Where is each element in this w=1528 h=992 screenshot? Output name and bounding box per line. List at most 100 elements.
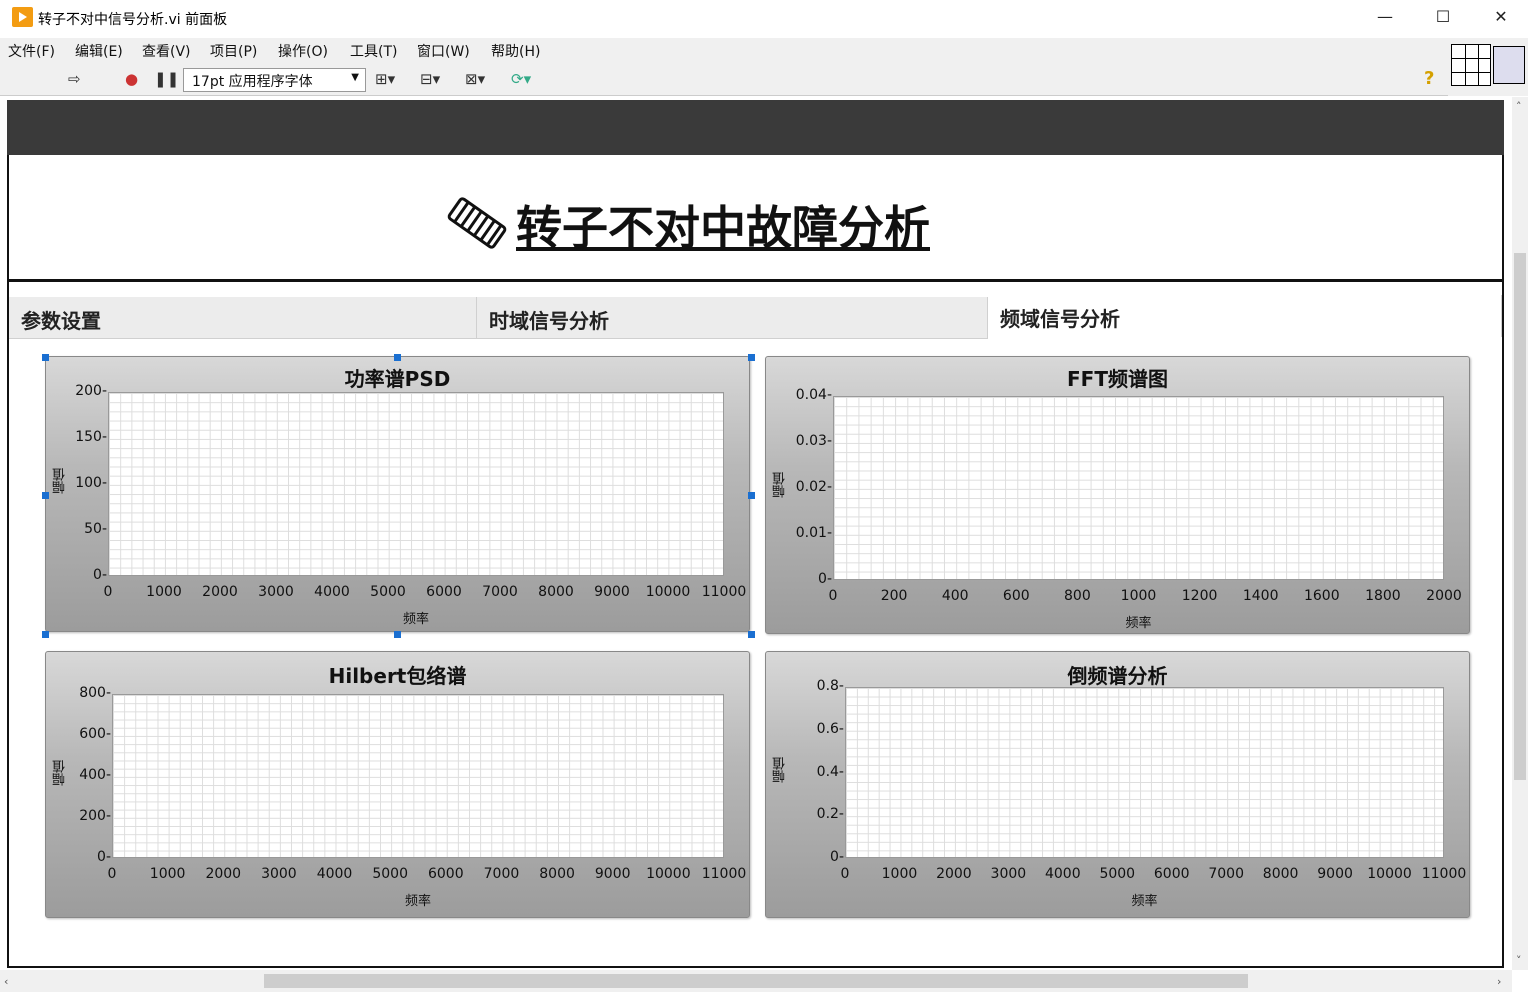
x-axis-label: 频率 <box>402 612 430 627</box>
rotor-shaft-icon <box>447 197 507 249</box>
title-bar: 转子不对中信号分析.vi 前面板 — ☐ ✕ <box>0 0 1528 36</box>
x-axis-label: 频率 <box>1131 894 1158 909</box>
resize-objects-icon[interactable]: ⊠▾ <box>465 70 485 88</box>
y-axis-label: 幅值 <box>773 472 788 498</box>
y-tick-label: 0.04- <box>795 387 832 403</box>
x-axis-label: 频率 <box>404 894 432 909</box>
y-tick-label: 0- <box>93 567 107 583</box>
horizontal-scroll-thumb[interactable] <box>264 974 1248 988</box>
y-axis-label: 幅值 <box>773 756 788 783</box>
context-help-icon[interactable]: ? <box>1424 68 1434 89</box>
x-tick-label: 2000 <box>202 584 238 600</box>
graph-title: 倒频谱分析 <box>1067 664 1168 688</box>
x-tick-label: 5000 <box>1099 866 1136 882</box>
x-tick-label: 2000 <box>936 866 972 882</box>
tab-frequency-domain[interactable]: 频域信号分析 <box>988 295 1502 337</box>
x-tick-label: 1000 <box>149 866 186 882</box>
window-title: 转子不对中信号分析.vi 前面板 <box>38 12 228 28</box>
x-tick-label: 6000 <box>426 584 462 600</box>
x-tick-label: 5000 <box>372 866 408 882</box>
graph-title: 功率谱PSD <box>344 367 451 391</box>
y-tick-label: 0- <box>830 849 844 865</box>
minimize-button[interactable]: — <box>1356 0 1414 36</box>
y-tick-label: 0.4- <box>816 763 844 780</box>
y-tick-label: 0.02- <box>795 479 832 495</box>
x-tick-label: 3000 <box>258 584 294 600</box>
chevron-down-icon: ▼ <box>351 72 359 83</box>
x-tick-label: 3000 <box>990 866 1027 882</box>
x-tick-label: 200 <box>880 588 908 604</box>
run-arrow-icon[interactable]: ⇨ <box>68 70 81 88</box>
scroll-left-icon[interactable]: ‹ <box>4 975 8 988</box>
scroll-down-icon[interactable]: ˅ <box>1516 954 1522 967</box>
title-divider <box>7 279 1504 282</box>
x-tick-label: 11000 <box>1421 866 1467 882</box>
y-tick-label: 150- <box>75 429 107 445</box>
menu-operate[interactable]: 操作(O) <box>278 41 328 61</box>
menu-tools[interactable]: 工具(T) <box>350 41 397 61</box>
abort-icon[interactable]: ● <box>125 70 138 88</box>
y-tick-label: 0- <box>818 571 832 587</box>
vertical-scroll-thumb[interactable] <box>1514 253 1526 780</box>
selection-handle[interactable] <box>394 354 401 361</box>
x-tick-label: 7000 <box>482 584 518 600</box>
x-tick-label: 1400 <box>1242 588 1279 604</box>
x-tick-label: 8000 <box>538 584 574 600</box>
plot-area[interactable] <box>112 694 724 858</box>
tab-strip: 参数设置 时域信号分析 频域信号分析 <box>9 295 1502 339</box>
selection-handle[interactable] <box>42 492 49 499</box>
x-tick-label: 400 <box>941 588 969 604</box>
x-tick-label: 7000 <box>1208 866 1244 882</box>
x-tick-label: 8000 <box>1262 866 1299 882</box>
x-axis-label: 频率 <box>1125 616 1152 631</box>
selection-handle[interactable] <box>42 631 49 638</box>
plot-area[interactable] <box>833 396 1444 580</box>
align-objects-icon[interactable]: ⊞▾ <box>375 70 395 88</box>
x-tick-label: 4000 <box>1044 866 1081 882</box>
y-tick-label: 0.6- <box>816 720 844 737</box>
selection-handle[interactable] <box>748 354 755 361</box>
y-tick-label: 800- <box>79 685 111 701</box>
tab-parameters[interactable]: 参数设置 <box>9 297 477 339</box>
x-tick-label: 7000 <box>483 866 520 882</box>
tab-time-domain[interactable]: 时域信号分析 <box>477 297 988 339</box>
selection-handle[interactable] <box>394 631 401 638</box>
menu-view[interactable]: 查看(V) <box>142 41 191 61</box>
distribute-objects-icon[interactable]: ⊟▾ <box>420 70 440 88</box>
x-tick-label: 2000 <box>205 866 242 882</box>
x-tick-label: 1600 <box>1303 588 1340 604</box>
menu-bar: 文件(F) 编辑(E) 查看(V) 项目(P) 操作(O) 工具(T) 窗口(W… <box>0 38 1448 62</box>
close-button[interactable]: ✕ <box>1472 0 1528 36</box>
font-select[interactable]: 17pt 应用程序字体 ▼ <box>183 68 366 92</box>
graph-title: FFT频谱图 <box>1067 367 1168 391</box>
y-tick-label: 50- <box>84 521 107 537</box>
x-tick-label: 5000 <box>370 584 406 600</box>
menu-window[interactable]: 窗口(W) <box>417 41 470 61</box>
plot-area[interactable] <box>845 687 1444 858</box>
x-tick-label: 600 <box>1002 588 1030 604</box>
y-axis-label: 幅值 <box>53 760 68 786</box>
graph-title: Hilbert包络谱 <box>328 664 467 688</box>
scroll-right-icon[interactable]: › <box>1497 975 1501 988</box>
menu-file[interactable]: 文件(F) <box>8 41 55 61</box>
plot-area[interactable] <box>108 392 724 576</box>
top-banner <box>7 100 1504 155</box>
connector-pane-icon[interactable] <box>1451 44 1491 86</box>
reorder-icon[interactable]: ⟳▾ <box>511 70 531 88</box>
x-tick-label: 0 <box>107 866 117 882</box>
x-tick-label: 4000 <box>316 866 353 882</box>
menu-help[interactable]: 帮助(H) <box>491 41 540 61</box>
scroll-up-icon[interactable]: ˄ <box>1516 100 1522 113</box>
x-tick-label: 3000 <box>261 866 297 882</box>
selection-handle[interactable] <box>748 492 755 499</box>
maximize-button[interactable]: ☐ <box>1414 0 1472 36</box>
x-tick-label: 1000 <box>146 584 182 600</box>
vi-icon[interactable] <box>1493 46 1525 84</box>
pause-icon[interactable]: ❚❚ <box>154 70 179 88</box>
menu-project[interactable]: 项目(P) <box>210 41 257 61</box>
selection-handle[interactable] <box>748 631 755 638</box>
selection-handle[interactable] <box>42 354 49 361</box>
x-tick-label: 0 <box>828 588 838 604</box>
menu-edit[interactable]: 编辑(E) <box>75 41 123 61</box>
y-tick-label: 0.2- <box>816 806 844 823</box>
